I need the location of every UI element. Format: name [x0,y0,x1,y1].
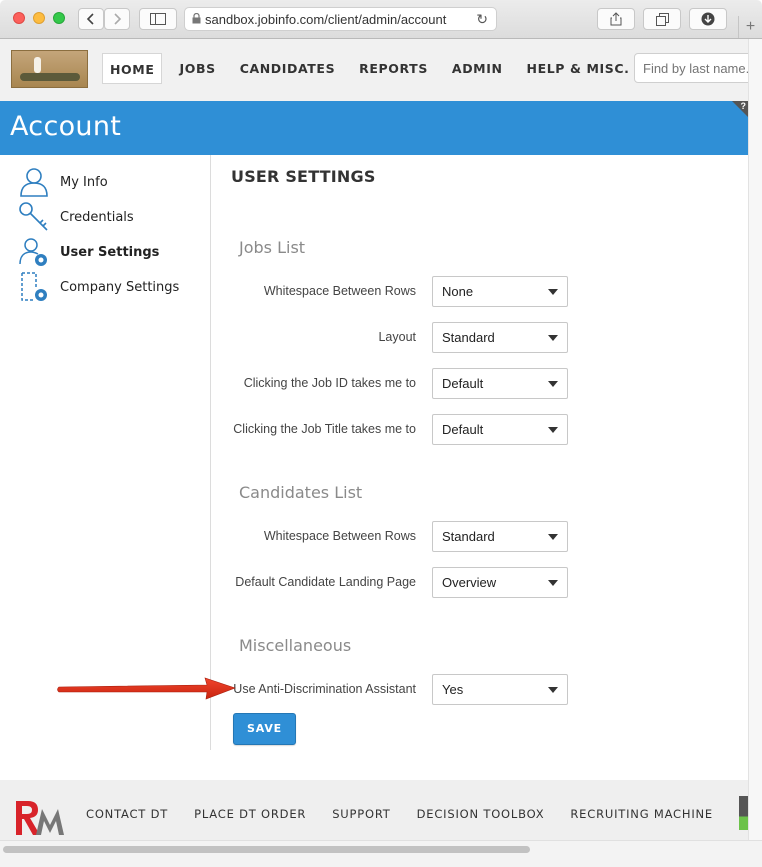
chevron-right-icon [114,13,122,25]
nav-reports[interactable]: REPORTS [352,53,435,84]
save-button[interactable]: SAVE [233,713,296,745]
nav-home[interactable]: HOME [102,53,163,84]
user-icon [20,168,48,197]
select-value: Overview [442,575,497,590]
account-sidebar: My Info Credentials User Settings Compan… [0,155,211,750]
sidebar-item-label: User Settings [60,244,160,260]
footer-link-place-dt-order[interactable]: PLACE DT ORDER [194,807,306,821]
main-nav: HOME JOBS CANDIDATES REPORTS ADMIN HELP … [102,53,646,84]
tabs-icon [655,12,669,26]
sidebar-item-credentials[interactable]: Credentials [18,201,134,233]
sidebar-item-label: My Info [60,174,108,190]
vertical-scrollbar[interactable] [748,39,762,840]
jobs-layout-select[interactable]: Standard [432,322,568,353]
new-tab-button[interactable]: + [738,16,762,38]
job-id-click-label: Clicking the Job ID takes me to [243,376,416,390]
footer-link-recruiting-machine[interactable]: RECRUITING MACHINE [570,807,713,821]
page-title: Account [10,111,122,142]
download-icon [701,12,715,26]
nav-jobs[interactable]: JOBS [172,53,222,84]
sidebar-toggle-button[interactable] [139,8,177,30]
nav-admin[interactable]: ADMIN [445,53,510,84]
horizontal-scrollbar[interactable] [0,840,762,867]
select-value: Standard [442,330,495,345]
select-value: None [442,284,474,299]
caret-down-icon [548,335,558,341]
candidate-landing-select[interactable]: Overview [432,567,568,598]
share-button[interactable] [597,8,635,30]
candidates-whitespace-label: Whitespace Between Rows [263,529,416,543]
url-text: sandbox.jobinfo.com/client/admin/account [205,11,447,27]
rm-logo-icon[interactable] [14,795,66,835]
job-title-click-label: Clicking the Job Title takes me to [233,422,416,436]
browser-toolbar: sandbox.jobinfo.com/client/admin/account… [0,0,762,39]
select-value: Standard [442,529,495,544]
caret-down-icon [548,381,558,387]
sidebar-item-user-settings[interactable]: User Settings [18,236,159,268]
select-value: Default [442,376,484,391]
close-window-button[interactable] [13,12,25,24]
job-id-click-select[interactable]: Default [432,368,568,399]
forward-button[interactable] [104,8,130,30]
chevron-left-icon [86,13,94,25]
job-title-click-select[interactable]: Default [432,414,568,445]
browser-window: sandbox.jobinfo.com/client/admin/account… [0,0,762,867]
footer-link-support[interactable]: SUPPORT [332,807,390,821]
anti-discrimination-select[interactable]: Yes [432,674,568,705]
caret-down-icon [548,427,558,433]
sidebar-icon [150,13,166,25]
address-bar[interactable]: sandbox.jobinfo.com/client/admin/account… [184,7,497,31]
share-icon [610,12,622,26]
page-title-band: Account ? [0,101,748,155]
select-value: Default [442,422,484,437]
downloads-button[interactable] [689,8,727,30]
nav-candidates[interactable]: CANDIDATES [233,53,342,84]
caret-down-icon [548,289,558,295]
site-header: HOME JOBS CANDIDATES REPORTS ADMIN HELP … [0,39,754,101]
jobs-layout-label: Layout [378,330,416,344]
search-input[interactable] [634,53,754,83]
candidate-landing-label: Default Candidate Landing Page [235,575,416,589]
zoom-window-button[interactable] [53,12,65,24]
site-logo[interactable] [11,50,88,88]
help-corner-tab[interactable]: ? [732,101,748,117]
section-title-miscellaneous: Miscellaneous [239,636,352,655]
sidebar-item-label: Company Settings [60,279,180,295]
candidates-whitespace-select[interactable]: Standard [432,521,568,552]
site-footer: CONTACT DT PLACE DT ORDER SUPPORT DECISI… [0,780,748,840]
annotation-arrow-icon [57,677,236,700]
back-button[interactable] [78,8,104,30]
minimize-window-button[interactable] [33,12,45,24]
sidebar-item-my-info[interactable]: My Info [18,166,108,198]
settings-title: USER SETTINGS [231,167,376,186]
footer-badge [739,796,748,830]
caret-down-icon [548,580,558,586]
section-title-jobs-list: Jobs List [239,238,306,257]
anti-discrimination-label: Use Anti-Discrimination Assistant [233,682,416,696]
scrollbar-thumb[interactable] [3,846,530,853]
jobs-whitespace-label: Whitespace Between Rows [263,284,416,298]
lock-icon [192,13,201,24]
sidebar-item-label: Credentials [60,209,134,225]
sidebar-item-company-settings[interactable]: Company Settings [18,271,179,303]
nav-help[interactable]: HELP & MISC. [520,53,637,84]
reload-icon[interactable]: ↻ [476,11,488,28]
section-title-candidates-list: Candidates List [239,483,363,502]
document-gear-icon [21,272,47,301]
logo-crocodile [20,73,80,81]
logo-figure [34,57,41,73]
key-icon [19,202,48,231]
select-value: Yes [442,682,464,697]
footer-link-decision-toolbox[interactable]: DECISION TOOLBOX [417,807,545,821]
footer-link-contact-dt[interactable]: CONTACT DT [86,807,168,821]
user-gear-icon [19,238,47,266]
footer-nav: CONTACT DT PLACE DT ORDER SUPPORT DECISI… [86,807,739,821]
caret-down-icon [548,534,558,540]
caret-down-icon [548,687,558,693]
tabs-button[interactable] [643,8,681,30]
help-badge: ? [740,101,747,111]
jobs-whitespace-select[interactable]: None [432,276,568,307]
